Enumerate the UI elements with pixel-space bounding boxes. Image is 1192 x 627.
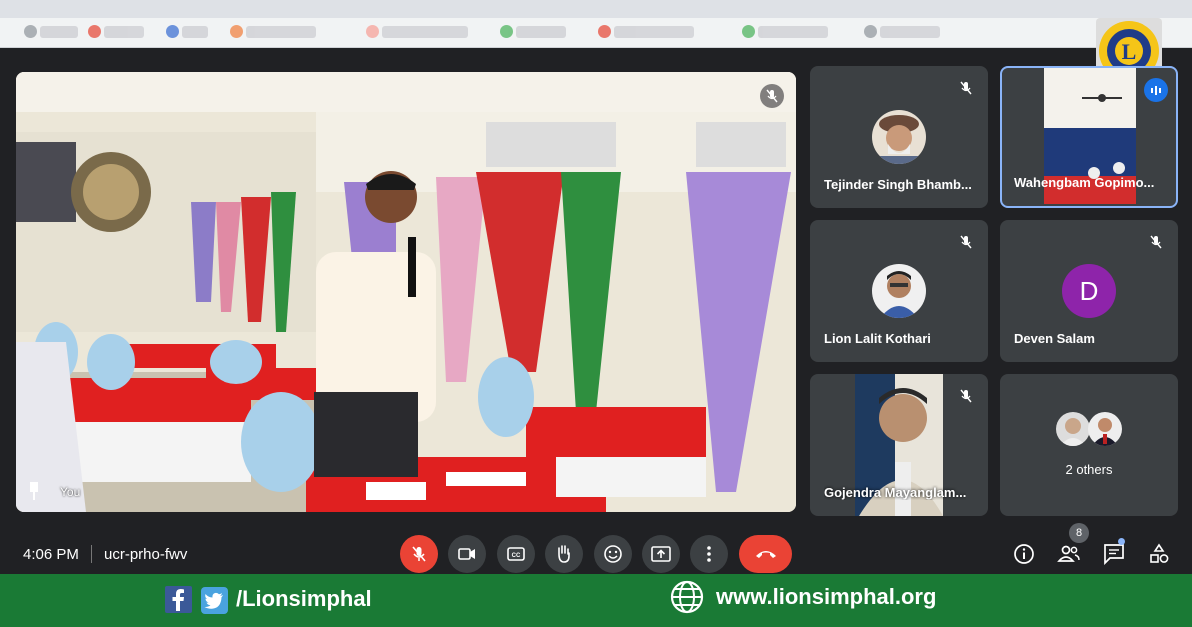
closed-captions-icon: CC bbox=[507, 547, 525, 561]
bookmark-item[interactable] bbox=[166, 25, 208, 38]
emoji-icon bbox=[604, 545, 622, 563]
people-icon bbox=[1057, 545, 1080, 562]
mic-muted-icon bbox=[954, 230, 978, 254]
svg-text:CC: CC bbox=[512, 553, 521, 559]
mic-muted-icon bbox=[954, 76, 978, 100]
camera-toggle-button[interactable] bbox=[448, 535, 486, 573]
bookmark-item[interactable] bbox=[88, 25, 144, 38]
bookmark-item[interactable] bbox=[500, 25, 566, 38]
mic-muted-icon bbox=[954, 384, 978, 408]
mic-off-icon bbox=[412, 546, 426, 562]
divider bbox=[91, 545, 92, 563]
self-label: You bbox=[60, 485, 81, 499]
people-button[interactable] bbox=[1057, 542, 1081, 566]
others-tile[interactable]: 2 others bbox=[1000, 374, 1178, 516]
avatar bbox=[872, 264, 926, 318]
bookmark-item[interactable] bbox=[864, 25, 940, 38]
participant-name: Wahengbam Gopimo... bbox=[1014, 175, 1155, 190]
mic-toggle-button[interactable] bbox=[400, 535, 438, 573]
svg-text:L: L bbox=[1122, 39, 1137, 64]
chat-notification-dot bbox=[1118, 538, 1125, 545]
bookmark-item[interactable] bbox=[598, 25, 694, 38]
globe-icon bbox=[670, 580, 704, 614]
shapes-icon bbox=[1150, 543, 1169, 563]
leave-call-button[interactable] bbox=[739, 535, 792, 573]
avatar bbox=[872, 110, 926, 164]
meeting-code: ucr-prho-fwv bbox=[104, 546, 188, 563]
participant-name: Tejinder Singh Bhamb... bbox=[824, 177, 972, 192]
info-icon bbox=[1014, 544, 1034, 564]
website-url[interactable]: www.lionsimphal.org bbox=[716, 584, 936, 610]
present-screen-button[interactable] bbox=[642, 535, 680, 573]
meeting-time: 4:06 PM bbox=[23, 546, 79, 563]
participant-name: Deven Salam bbox=[1014, 331, 1095, 346]
speaking-indicator-icon bbox=[1144, 78, 1168, 102]
hang-up-icon bbox=[755, 551, 776, 558]
people-count-badge: 8 bbox=[1069, 523, 1089, 543]
others-count: 2 others bbox=[1065, 462, 1113, 477]
hand-icon bbox=[558, 545, 570, 563]
present-icon bbox=[651, 546, 671, 562]
reactions-button[interactable] bbox=[594, 535, 632, 573]
twitter-icon[interactable] bbox=[201, 587, 228, 614]
chat-icon bbox=[1104, 544, 1124, 565]
social-handle: /Lionsimphal bbox=[236, 586, 372, 611]
more-options-button[interactable] bbox=[690, 535, 728, 573]
pin-icon[interactable] bbox=[28, 482, 40, 500]
participant-tile[interactable]: D Deven Salam bbox=[1000, 220, 1178, 362]
captions-button[interactable]: CC bbox=[497, 535, 535, 573]
avatar bbox=[1056, 412, 1090, 446]
participant-tile[interactable]: Lion Lalit Kothari bbox=[810, 220, 988, 362]
browser-tab-strip bbox=[0, 0, 1192, 18]
camera-icon bbox=[458, 548, 475, 560]
bookmarks-bar bbox=[0, 18, 1192, 48]
bookmark-item[interactable] bbox=[366, 25, 468, 38]
raise-hand-button[interactable] bbox=[545, 535, 583, 573]
mic-muted-icon bbox=[1144, 230, 1168, 254]
participant-tile-active-speaker[interactable]: Wahengbam Gopimo... bbox=[1000, 66, 1178, 208]
avatar bbox=[1088, 412, 1122, 446]
participant-name: Lion Lalit Kothari bbox=[824, 331, 931, 346]
facebook-icon[interactable] bbox=[165, 586, 192, 613]
avatar-initial: D bbox=[1062, 264, 1116, 318]
bookmark-item[interactable] bbox=[230, 25, 316, 38]
participant-tile[interactable]: Gojendra Mayanglam... bbox=[810, 374, 988, 516]
participant-tile[interactable]: Tejinder Singh Bhamb... bbox=[810, 66, 988, 208]
more-vert-icon bbox=[707, 546, 711, 562]
meeting-details-button[interactable] bbox=[1012, 542, 1036, 566]
bookmark-item[interactable] bbox=[24, 25, 78, 38]
participant-name: Gojendra Mayanglam... bbox=[824, 485, 967, 500]
room-scene bbox=[16, 72, 796, 512]
chat-button[interactable] bbox=[1102, 542, 1126, 566]
main-mic-muted-icon bbox=[760, 84, 784, 108]
main-video-tile[interactable] bbox=[16, 72, 796, 512]
activities-button[interactable] bbox=[1147, 542, 1171, 566]
bookmark-item[interactable] bbox=[742, 25, 828, 38]
